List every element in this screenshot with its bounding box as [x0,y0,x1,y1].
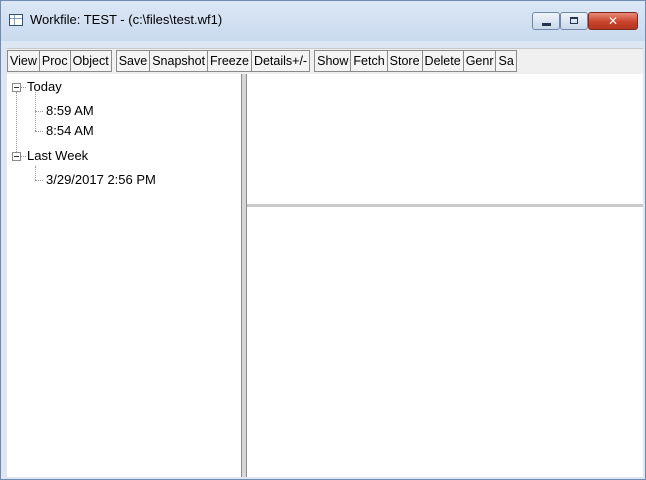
view-button[interactable]: View [7,50,40,72]
fetch-button[interactable]: Fetch [350,50,388,72]
tree-group-last-week[interactable]: Last Week [27,148,88,164]
sample-button[interactable]: Sa [495,50,517,72]
save-button[interactable]: Save [115,50,151,72]
maximize-icon [570,17,578,24]
freeze-button[interactable]: Freeze [207,50,252,72]
collapse-today-icon[interactable] [12,83,21,92]
workfile-content: Today 8:59 AM 8:54 AM Last Week 3/29/201… [7,74,643,477]
tree-item-snapshot[interactable]: 3/29/2017 2:56 PM [46,172,156,188]
minimize-icon [542,23,551,26]
genr-button[interactable]: Genr [462,50,497,72]
tree-connector [35,166,36,180]
workfile-icon [9,14,23,26]
tree-item-snapshot[interactable]: 8:54 AM [46,123,94,139]
tree-item-snapshot[interactable]: 8:59 AM [46,103,94,119]
workfile-window: Workfile: TEST - (c:\files\test.wf1) ✕ V… [0,0,646,480]
details-pane [247,74,643,204]
show-button[interactable]: Show [314,50,352,72]
tree-group-today[interactable]: Today [27,79,62,95]
window-title: Workfile: TEST - (c:\files\test.wf1) [30,12,223,27]
preview-pane [247,207,643,477]
tree-connector [35,131,43,132]
details-toggle-button[interactable]: Details+/- [250,50,311,72]
snapshot-tree[interactable]: Today 8:59 AM 8:54 AM Last Week 3/29/201… [7,74,241,477]
tree-connector [21,156,26,157]
tree-connector [16,92,17,160]
delete-button[interactable]: Delete [421,50,464,72]
tree-connector [35,111,43,112]
close-icon: ✕ [607,14,619,28]
tree-connector [21,87,26,88]
proc-button[interactable]: Proc [38,50,71,72]
maximize-button[interactable] [560,12,588,30]
title-bar[interactable]: Workfile: TEST - (c:\files\test.wf1) ✕ [1,1,645,41]
workfile-toolbar: View Proc Object Save Snapshot Freeze Details+… [7,48,643,75]
minimize-button[interactable] [532,12,560,30]
snapshot-button[interactable]: Snapshot [149,50,209,72]
collapse-last-week-icon[interactable] [12,152,21,161]
store-button[interactable]: Store [386,50,423,72]
tree-connector [35,180,43,181]
close-button[interactable]: ✕ [588,12,638,30]
object-button[interactable]: Object [69,50,112,72]
